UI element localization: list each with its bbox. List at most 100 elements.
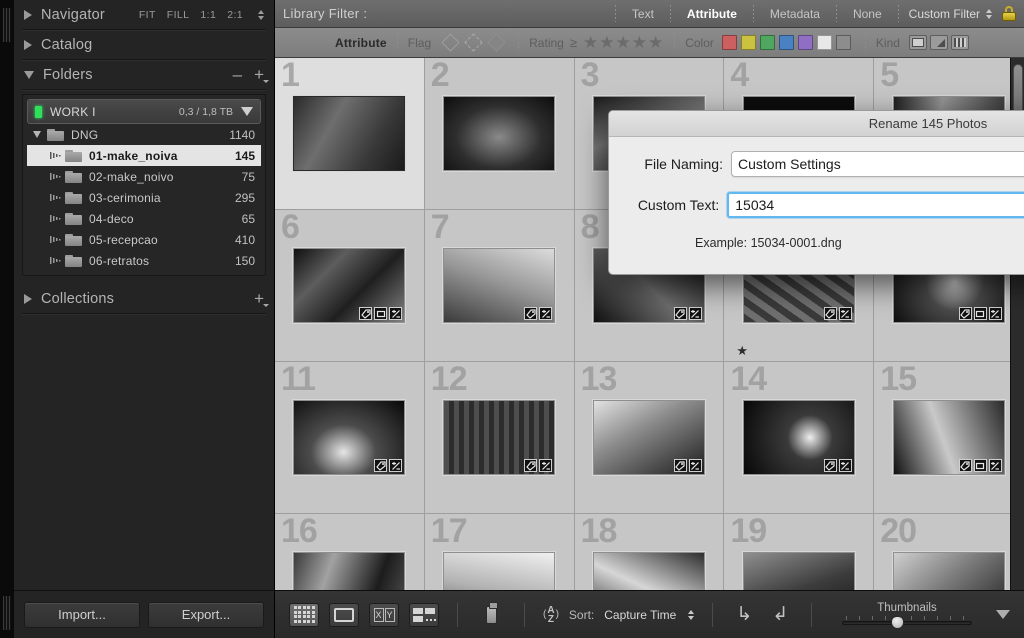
rating-operator[interactable]: ≥: [570, 35, 577, 50]
crop-badge-icon[interactable]: [973, 459, 987, 472]
sort-stepper[interactable]: [688, 609, 695, 620]
color-swatch-6[interactable]: [816, 35, 832, 50]
export-button[interactable]: Export...: [148, 601, 264, 628]
folder-expand-dots-icon[interactable]: [49, 256, 61, 265]
flag-pick-icon[interactable]: [441, 33, 460, 52]
develop-badge-icon[interactable]: [988, 459, 1002, 472]
folder-expand-dots-icon[interactable]: [49, 193, 61, 202]
folder-expand-dots-icon[interactable]: [49, 172, 61, 181]
spray-can-icon[interactable]: [476, 601, 506, 629]
photo-thumbnail[interactable]: [442, 247, 557, 324]
develop-badge-icon[interactable]: [838, 459, 852, 472]
photo-thumbnail[interactable]: [891, 399, 1006, 476]
grid-cell[interactable]: 13: [574, 362, 725, 514]
file-naming-select[interactable]: Custom Settings: [731, 151, 1024, 177]
rating-star-2[interactable]: ★: [599, 34, 614, 51]
develop-badge-icon[interactable]: [688, 459, 702, 472]
chevron-down-icon[interactable]: [33, 131, 41, 138]
photo-thumbnail[interactable]: [591, 551, 706, 590]
folder-row-dng[interactable]: DNG 1140: [27, 124, 261, 145]
slider-knob[interactable]: [891, 615, 905, 629]
keyword-badge-icon[interactable]: [673, 307, 687, 320]
photo-thumbnail[interactable]: [442, 95, 557, 172]
compare-view-icon[interactable]: XY: [369, 602, 399, 627]
color-swatch-4[interactable]: [778, 35, 794, 50]
grid-cell[interactable]: 16: [275, 514, 425, 590]
grid-cell[interactable]: 18: [574, 514, 725, 590]
color-swatches[interactable]: [721, 35, 855, 50]
grid-cell[interactable]: 1: [275, 58, 425, 210]
remove-folder-button[interactable]: –: [233, 66, 242, 83]
zoom-1-1[interactable]: 1:1: [200, 9, 216, 21]
folders-panel-header[interactable]: Folders – +: [22, 60, 269, 90]
grid-cell[interactable]: 17: [424, 514, 575, 590]
collections-panel-header[interactable]: Collections +: [22, 284, 269, 314]
photo-thumbnail[interactable]: [442, 399, 557, 476]
color-swatch-3[interactable]: [759, 35, 775, 50]
flag-rejected-icon[interactable]: [487, 33, 506, 52]
keyword-badge-icon[interactable]: [958, 459, 972, 472]
photo-thumbnail[interactable]: [292, 247, 407, 324]
chevron-right-icon[interactable]: [24, 9, 32, 20]
rotate-left-icon[interactable]: ↳: [731, 603, 757, 627]
grid-cell[interactable]: 19: [724, 514, 875, 590]
filter-tab-none[interactable]: None: [847, 5, 888, 23]
grid-view-icon[interactable]: [289, 602, 319, 627]
survey-view-icon[interactable]: [409, 602, 439, 627]
rating-star-1[interactable]: ★: [583, 34, 598, 51]
custom-filter-group[interactable]: Custom Filter: [909, 6, 1016, 21]
chevron-right-icon[interactable]: [24, 293, 32, 304]
kind-virtual-copy-icon[interactable]: [929, 35, 948, 50]
rating-star-4[interactable]: ★: [632, 34, 647, 51]
keyword-badge-icon[interactable]: [673, 459, 687, 472]
crop-badge-icon[interactable]: [973, 307, 987, 320]
photo-thumbnail[interactable]: [741, 551, 856, 590]
kind-master-photo-icon[interactable]: [908, 35, 927, 50]
custom-filter-stepper[interactable]: [986, 8, 992, 19]
grid-cell[interactable]: 15: [874, 362, 1024, 514]
grid-cell[interactable]: 2: [424, 58, 575, 210]
folder-row[interactable]: 03-cerimonia 295: [27, 187, 261, 208]
keyword-badge-icon[interactable]: [958, 307, 972, 320]
keyword-badge-icon[interactable]: [374, 459, 388, 472]
flag-unflagged-icon[interactable]: [464, 33, 483, 52]
keyword-badge-icon[interactable]: [524, 307, 538, 320]
folder-row[interactable]: 06-retratos 150: [27, 250, 261, 271]
photo-thumbnail[interactable]: [292, 399, 407, 476]
folder-row[interactable]: 05-recepcao 410: [27, 229, 261, 250]
zoom-2-1[interactable]: 2:1: [227, 9, 243, 21]
develop-badge-icon[interactable]: [688, 307, 702, 320]
grid-cell[interactable]: 7: [424, 210, 575, 362]
toolbar-collapse-chevron-down-icon[interactable]: [996, 610, 1010, 619]
custom-text-input[interactable]: 15034: [727, 192, 1024, 218]
folder-row[interactable]: 01-make_noiva 145: [27, 145, 261, 166]
catalog-panel-header[interactable]: Catalog: [22, 30, 266, 60]
rating-star-5[interactable]: ★: [648, 34, 663, 51]
volume-row-work-i[interactable]: WORK I 0,3 / 1,8 TB: [27, 99, 261, 124]
filter-tab-attribute[interactable]: Attribute: [681, 5, 743, 23]
crop-badge-icon[interactable]: [374, 307, 388, 320]
grid-cell[interactable]: 6: [275, 210, 425, 362]
color-swatch-5[interactable]: [797, 35, 813, 50]
photo-thumbnail[interactable]: [591, 399, 706, 476]
sort-value[interactable]: Capture Time: [604, 608, 676, 622]
left-panel-collapse-handle[interactable]: [0, 0, 14, 638]
sort-direction-icon[interactable]: ( A Z ): [543, 605, 559, 624]
volume-chevron-down-icon[interactable]: [241, 107, 253, 116]
photo-thumbnail[interactable]: [442, 551, 557, 590]
filter-tab-metadata[interactable]: Metadata: [764, 5, 826, 23]
grid-cell[interactable]: 12: [424, 362, 575, 514]
add-folder-button[interactable]: +: [254, 66, 269, 83]
color-swatch-2[interactable]: [740, 35, 756, 50]
develop-badge-icon[interactable]: [389, 459, 403, 472]
add-collection-button[interactable]: +: [254, 290, 269, 307]
photo-thumbnail[interactable]: [292, 95, 407, 172]
rotate-right-icon[interactable]: ↲: [767, 603, 793, 627]
folder-expand-dots-icon[interactable]: [49, 235, 61, 244]
folder-row[interactable]: 02-make_noivo 75: [27, 166, 261, 187]
import-button[interactable]: Import...: [24, 601, 140, 628]
photo-thumbnail[interactable]: [891, 551, 1006, 590]
cell-rating-star[interactable]: ★: [736, 344, 748, 357]
grid-cell[interactable]: 20: [874, 514, 1024, 590]
photo-thumbnail[interactable]: [292, 551, 407, 590]
